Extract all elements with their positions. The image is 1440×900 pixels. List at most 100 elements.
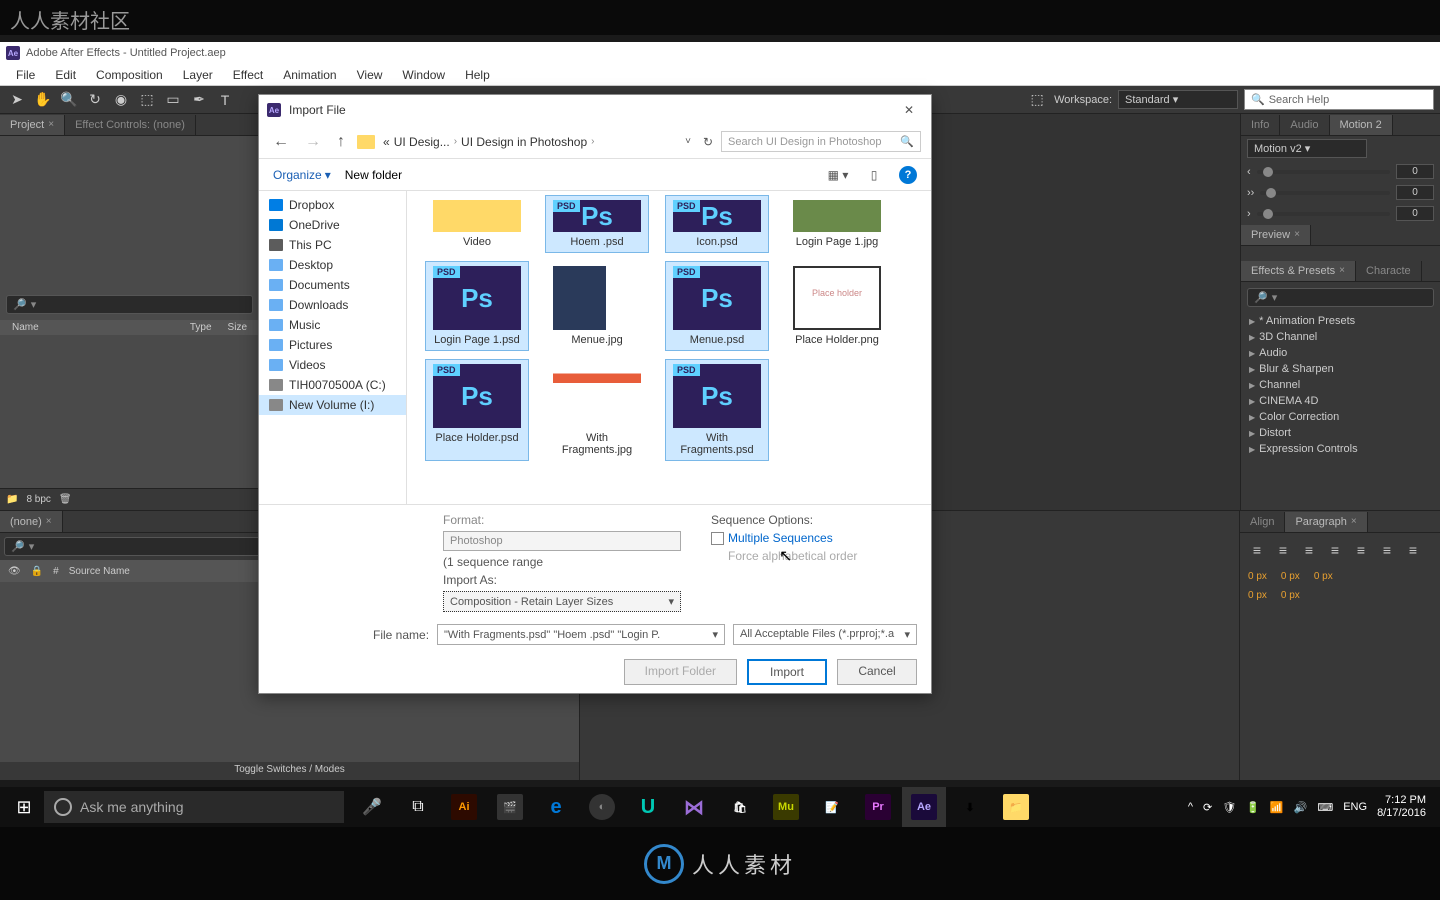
effect-category[interactable]: ▶Distort — [1241, 425, 1440, 441]
text-tool-icon[interactable]: T — [214, 89, 236, 111]
tray-sync-icon[interactable]: ⟳ — [1203, 801, 1212, 814]
multi-seq-label[interactable]: Multiple Sequences — [728, 531, 833, 545]
tab-preview[interactable]: Preview× — [1241, 225, 1311, 245]
effect-category[interactable]: ▶Expression Controls — [1241, 441, 1440, 457]
effect-category[interactable]: ▶3D Channel — [1241, 329, 1440, 345]
taskbar-app-explorer[interactable]: 📁 — [994, 787, 1038, 827]
tree-item[interactable]: Music — [259, 315, 406, 335]
selection-tool-icon[interactable]: ➤ — [6, 89, 28, 111]
tray-clock[interactable]: 7:12 PM 8/17/2016 — [1377, 794, 1426, 820]
rect-tool-icon[interactable]: ▭ — [162, 89, 184, 111]
tab-align[interactable]: Align — [1240, 512, 1285, 532]
taskbar-app-vs[interactable]: ⋈ — [672, 787, 716, 827]
tree-item[interactable]: Videos — [259, 355, 406, 375]
file-item[interactable]: PSDPsPlace Holder.psd — [425, 359, 529, 461]
menu-edit[interactable]: Edit — [45, 68, 86, 82]
breadcrumb[interactable]: « UI Desig... › UI Design in Photoshop › — [383, 135, 673, 149]
file-item[interactable]: Video — [425, 195, 529, 253]
file-filter-select[interactable]: All Acceptable Files (*.prproj;*.a▾ — [733, 624, 917, 645]
zoom-tool-icon[interactable]: 🔍 — [58, 89, 80, 111]
close-icon[interactable]: × — [48, 119, 54, 130]
file-item[interactable]: PSDPsIcon.psd — [665, 195, 769, 253]
trash-icon[interactable]: 🗑 — [59, 494, 72, 505]
organize-button[interactable]: Organize ▾ — [273, 168, 331, 182]
preview-pane-icon[interactable]: ▯ — [863, 164, 885, 186]
tray-up-icon[interactable]: ^ — [1188, 801, 1193, 813]
file-item[interactable]: PSDPsMenue.psd — [665, 261, 769, 351]
indent-first[interactable]: 0 px — [1281, 571, 1300, 582]
tray-lang[interactable]: ENG — [1343, 801, 1367, 813]
input-z[interactable] — [1396, 206, 1434, 221]
taskview-icon[interactable]: ⧉ — [396, 787, 440, 827]
filename-input[interactable]: "With Fragments.psd" "Hoem .psd" "Login … — [437, 624, 725, 645]
tree-item[interactable]: This PC — [259, 235, 406, 255]
view-mode-icon[interactable]: ▦ ▾ — [827, 164, 849, 186]
hand-tool-icon[interactable]: ✋ — [32, 89, 54, 111]
lock-icon[interactable]: 🔒 — [31, 566, 43, 577]
taskbar-app-u[interactable]: U — [626, 787, 670, 827]
align-left-icon[interactable]: ≡ — [1246, 539, 1268, 561]
menu-composition[interactable]: Composition — [86, 68, 173, 82]
menu-layer[interactable]: Layer — [173, 68, 223, 82]
taskbar-app-store[interactable]: 🛍 — [718, 787, 762, 827]
space-after[interactable]: 0 px — [1281, 590, 1300, 601]
tab-audio[interactable]: Audio — [1280, 115, 1329, 135]
multi-seq-checkbox[interactable] — [711, 532, 724, 545]
eye-icon[interactable]: 👁 — [8, 566, 21, 577]
col-size[interactable]: Size — [220, 322, 255, 333]
align-center-icon[interactable]: ≡ — [1272, 539, 1294, 561]
taskbar-app-notes[interactable]: 📝 — [810, 787, 854, 827]
effect-category[interactable]: ▶Blur & Sharpen — [1241, 361, 1440, 377]
tray-battery-icon[interactable]: 🔋 — [1246, 801, 1260, 814]
camera-tool-icon[interactable]: ◉ — [110, 89, 132, 111]
nav-up-icon[interactable]: ↑ — [333, 133, 349, 151]
col-name[interactable]: Name — [4, 322, 182, 333]
tab-info[interactable]: Info — [1241, 115, 1280, 135]
double-chevron-icon[interactable]: ›› — [1247, 187, 1254, 199]
tab-motion2[interactable]: Motion 2 — [1330, 115, 1393, 135]
effect-category[interactable]: ▶* Animation Presets — [1241, 313, 1440, 329]
tab-project[interactable]: Project× — [0, 115, 65, 135]
file-item[interactable]: PSDPsHoem .psd — [545, 195, 649, 253]
tab-effect-controls[interactable]: Effect Controls: (none) — [65, 115, 196, 135]
justify-left-icon[interactable]: ≡ — [1324, 539, 1346, 561]
tree-item[interactable]: Desktop — [259, 255, 406, 275]
file-item[interactable]: Login Page 1.jpg — [785, 195, 889, 253]
menu-window[interactable]: Window — [392, 68, 455, 82]
taskbar-app-pr[interactable]: Pr — [856, 787, 900, 827]
toggle-switches-button[interactable]: Toggle Switches / Modes — [0, 762, 579, 780]
tab-timeline-none[interactable]: (none)× — [0, 511, 63, 532]
chevron-right-icon[interactable]: › — [1247, 208, 1251, 220]
tab-paragraph[interactable]: Paragraph× — [1285, 512, 1367, 532]
project-search[interactable]: 🔎▾ — [6, 295, 253, 314]
tray-keyboard-icon[interactable]: ⌨ — [1317, 801, 1333, 814]
motion-select[interactable]: Motion v2 ▾ — [1247, 139, 1367, 158]
tab-effects-presets[interactable]: Effects & Presets× — [1241, 261, 1356, 281]
justify-right-icon[interactable]: ≡ — [1376, 539, 1398, 561]
import-as-select[interactable]: Composition - Retain Layer Sizes▾ — [443, 591, 681, 612]
new-folder-button[interactable]: New folder — [345, 168, 402, 182]
file-item[interactable]: PSDPsWith Fragments.psd — [665, 359, 769, 461]
rotate-tool-icon[interactable]: ↻ — [84, 89, 106, 111]
justify-center-icon[interactable]: ≡ — [1350, 539, 1372, 561]
effect-category[interactable]: ▶Channel — [1241, 377, 1440, 393]
import-folder-button[interactable]: Import Folder — [624, 659, 737, 685]
bpc-indicator[interactable]: 8 bpc — [26, 494, 50, 505]
dialog-search-input[interactable]: Search UI Design in Photoshop 🔍 — [721, 131, 921, 152]
start-button[interactable]: ⊞ — [4, 787, 44, 827]
tree-item[interactable]: Downloads — [259, 295, 406, 315]
taskbar-app-mu[interactable]: Mu — [764, 787, 808, 827]
slider-z[interactable] — [1257, 212, 1390, 216]
file-item[interactable]: Place holderPlace Holder.png — [785, 261, 889, 351]
taskbar-app-ai[interactable]: Ai — [442, 787, 486, 827]
tray-shield-icon[interactable]: 🛡 — [1222, 801, 1236, 814]
menu-help[interactable]: Help — [455, 68, 500, 82]
taskbar-app-idm[interactable]: ⬇ — [948, 787, 992, 827]
tab-character[interactable]: Characte — [1356, 261, 1422, 281]
tree-item[interactable]: New Volume (I:) — [259, 395, 406, 415]
file-item[interactable]: PSDPsLogin Page 1.psd — [425, 261, 529, 351]
menu-animation[interactable]: Animation — [273, 68, 346, 82]
slider-y[interactable] — [1260, 191, 1390, 195]
close-button[interactable]: ✕ — [895, 99, 923, 121]
menu-effect[interactable]: Effect — [223, 68, 273, 82]
